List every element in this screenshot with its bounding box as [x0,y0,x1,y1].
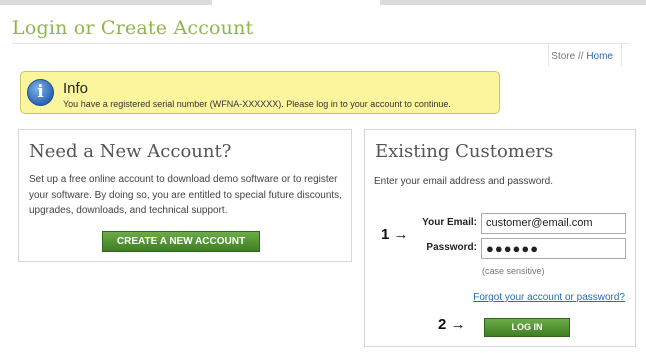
password-field[interactable]: ●●●●●● [481,238,626,259]
info-message-text: You have a registered serial number (WFN… [63,99,451,109]
top-decoration-strip-left [0,0,212,5]
login-button[interactable]: LOG IN [484,318,570,337]
case-sensitive-note: (case sensitive) [482,266,545,276]
info-title: Info [63,80,89,97]
title-divider [12,43,630,44]
info-message-box: i Info You have a registered serial numb… [20,71,500,114]
breadcrumb-separator: // [577,51,584,62]
step-1-arrow-annotation: 1 → [381,226,409,243]
breadcrumb-home-link[interactable]: Home [586,51,613,62]
breadcrumb-store[interactable]: Store [551,51,575,62]
new-account-heading: Need a New Account? [29,141,232,162]
email-label: Your Email: [422,217,477,228]
existing-customers-heading: Existing Customers [375,141,554,162]
info-icon: i [27,79,54,106]
top-decoration-strip-right [380,0,646,5]
breadcrumb: Store // Home [548,43,622,67]
page-title: Login or Create Account [12,17,254,39]
create-account-button[interactable]: CREATE A NEW ACCOUNT [102,231,260,252]
password-label: Password: [426,242,477,253]
new-account-description: Set up a free online account to download… [29,174,342,216]
login-instructions: Enter your email address and password. [374,176,553,187]
step-2-arrow-annotation: 2 → [438,316,466,333]
forgot-password-link[interactable]: Forgot your account or password? [473,292,625,303]
email-field[interactable]: customer@email.com [481,213,626,234]
new-account-panel: Need a New Account? Set up a free online… [18,129,352,262]
